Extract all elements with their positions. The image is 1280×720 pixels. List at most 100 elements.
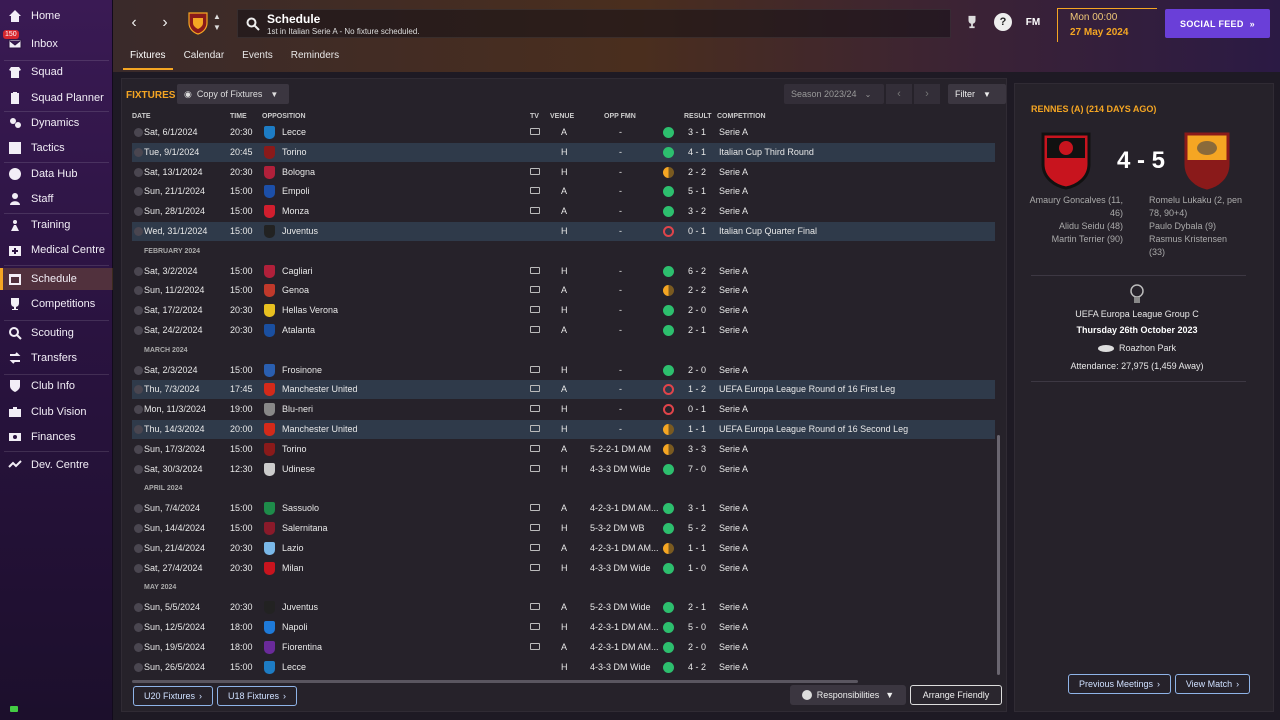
fm-icon[interactable]: FM <box>1024 13 1042 31</box>
club-crest-icon[interactable] <box>188 11 208 35</box>
sidebar-item-squad[interactable]: Squad <box>0 61 113 83</box>
col-tv[interactable]: TV <box>530 113 539 120</box>
fixture-opposition[interactable]: Torino <box>282 444 307 454</box>
sidebar-item-data-hub[interactable]: Data Hub <box>0 163 113 185</box>
sidebar-item-medical-centre[interactable]: Medical Centre <box>0 239 113 261</box>
sidebar-item-club-info[interactable]: Club Info <box>0 375 113 397</box>
view-match-button[interactable]: View Match › <box>1175 674 1250 694</box>
fixture-opposition[interactable]: Manchester United <box>282 384 358 394</box>
fixture-row[interactable]: Tue, 9/1/2024 20:45 Torino H -4 - 1 Italian C… <box>132 142 995 162</box>
fixture-row[interactable]: Sun, 7/4/2024 15:00 Sassuolo A 4-2-3-1 DM AM… <box>132 499 995 518</box>
fixture-row[interactable]: Sun, 11/2/2024 15:00 Genoa A -2 - 2 Serie A <box>132 281 995 300</box>
fixture-opposition[interactable]: Napoli <box>282 622 308 632</box>
col-time[interactable]: TIME <box>230 113 247 120</box>
col-result[interactable]: RESULT <box>684 113 711 120</box>
fixture-row[interactable]: Sun, 19/5/2024 18:00 Fiorentina A 4-2-3-1 DM… <box>132 638 995 657</box>
fixture-opposition[interactable]: Juventus <box>282 602 318 612</box>
social-feed-button[interactable]: SOCIAL FEED » <box>1165 9 1270 38</box>
sidebar-item-dev-centre[interactable]: Dev. Centre <box>0 454 113 476</box>
fixture-row[interactable]: Sun, 17/3/2024 15:00 Torino A 5-2-2-1 DM AM 3… <box>132 440 995 459</box>
fixture-opposition[interactable]: Frosinone <box>282 365 322 375</box>
col-date[interactable]: DATE <box>132 113 151 120</box>
fixture-row[interactable]: Sat, 27/4/2024 20:30 Milan H 4-3-3 DM Wide 1 … <box>132 559 995 578</box>
fixture-row[interactable]: Thu, 7/3/2024 17:45 Manchester United A -1 -… <box>132 380 995 400</box>
sidebar-item-training[interactable]: Training <box>0 214 113 236</box>
tab-events[interactable]: Events <box>235 46 280 70</box>
sidebar-item-inbox[interactable]: Inbox 150 <box>0 30 113 55</box>
forward-button[interactable]: › <box>154 12 176 34</box>
fixture-opposition[interactable]: Lecce <box>282 127 306 137</box>
fixture-opposition[interactable]: Salernitana <box>282 523 328 533</box>
responsibilities-button[interactable]: Responsibilities ▼ <box>790 685 906 705</box>
fixture-row[interactable]: Mon, 11/3/2024 19:00 Blu-neri H -0 - 1 Serie … <box>132 400 995 419</box>
fixture-row[interactable]: Wed, 31/1/2024 15:00 Juventus H -0 - 1 Italia… <box>132 222 995 241</box>
fixture-opposition[interactable]: Fiorentina <box>282 642 322 652</box>
col-venue[interactable]: VENUE <box>550 113 574 120</box>
fixture-opposition[interactable]: Milan <box>282 563 304 573</box>
rennes-crest-icon[interactable] <box>1039 130 1093 190</box>
sidebar-item-squad-planner[interactable]: Squad Planner <box>0 87 113 109</box>
date-display[interactable]: Mon 00:00 27 May 2024 <box>1057 8 1157 42</box>
fixture-row[interactable]: Sun, 28/1/2024 15:00 Monza A -3 - 2 Serie A <box>132 202 995 221</box>
fixture-opposition[interactable]: Bologna <box>282 167 315 177</box>
season-dropdown[interactable]: Season 2023/24 ⌄ <box>784 84 884 104</box>
fixture-opposition[interactable]: Cagliari <box>282 266 313 276</box>
u18-fixtures-button[interactable]: U18 Fixtures › <box>217 686 297 706</box>
col-competition[interactable]: COMPETITION <box>717 113 766 120</box>
fixture-row[interactable]: Sat, 24/2/2024 20:30 Atalanta A -2 - 1 Serie … <box>132 321 995 340</box>
sidebar-item-staff[interactable]: Staff <box>0 188 113 210</box>
fixture-opposition[interactable]: Genoa <box>282 285 309 295</box>
fixture-row[interactable]: Sun, 21/4/2024 20:30 Lazio A 4-2-3-1 DM AM..… <box>132 539 995 558</box>
help-icon[interactable]: ? <box>994 13 1012 31</box>
fixture-row[interactable]: Sun, 5/5/2024 20:30 Juventus A 5-2-3 DM Wide… <box>132 598 995 617</box>
fixture-opposition[interactable]: Torino <box>282 147 307 157</box>
tab-reminders[interactable]: Reminders <box>284 46 346 70</box>
fixture-row[interactable]: Sun, 14/4/2024 15:00 Salernitana H 5-3-2 DM … <box>132 519 995 538</box>
fixture-row[interactable]: Sun, 12/5/2024 18:00 Napoli H 4-2-3-1 DM AM.… <box>132 618 995 637</box>
roma-crest-icon[interactable] <box>1183 130 1231 190</box>
col-opposition[interactable]: OPPOSITION <box>262 113 306 120</box>
fixture-row[interactable]: Sat, 30/3/2024 12:30 Udinese H 4-3-3 DM Wide… <box>132 460 995 479</box>
trophy-icon[interactable] <box>963 13 981 31</box>
sidebar-item-dynamics[interactable]: Dynamics <box>0 112 113 134</box>
col-opp-fmn[interactable]: OPP FMN <box>604 113 636 120</box>
sidebar-item-competitions[interactable]: Competitions <box>0 293 113 315</box>
fixture-opposition[interactable]: Udinese <box>282 464 315 474</box>
fixture-opposition[interactable]: Lecce <box>282 662 306 672</box>
horizontal-scrollbar[interactable] <box>132 680 858 683</box>
fixture-row[interactable]: Sun, 26/5/2024 15:00 Lecce H 4-3-3 DM Wide 4 … <box>132 658 995 677</box>
previous-meetings-button[interactable]: Previous Meetings › <box>1068 674 1171 694</box>
fixture-opposition[interactable]: Hellas Verona <box>282 305 338 315</box>
sidebar-item-finances[interactable]: Finances <box>0 426 113 448</box>
back-button[interactable]: ‹ <box>123 12 145 34</box>
sidebar-item-scouting[interactable]: Scouting <box>0 322 113 344</box>
tab-fixtures[interactable]: Fixtures <box>123 46 173 70</box>
sidebar-item-home[interactable]: Home <box>0 5 113 27</box>
fixture-row[interactable]: Sat, 17/2/2024 20:30 Hellas Verona H -2 - 0S… <box>132 301 995 320</box>
fixture-row[interactable]: Sat, 13/1/2024 20:30 Bologna H -2 - 2 Serie A <box>132 163 995 182</box>
fixture-opposition[interactable]: Manchester United <box>282 424 358 434</box>
filter-dropdown[interactable]: Filter ▼ <box>948 84 1006 104</box>
sidebar-item-tactics[interactable]: Tactics <box>0 137 113 159</box>
search-icon[interactable] <box>246 17 260 31</box>
fixture-row[interactable]: Sat, 2/3/2024 15:00 Frosinone H -2 - 0 Serie … <box>132 361 995 380</box>
fixture-opposition[interactable]: Empoli <box>282 186 310 196</box>
fixture-opposition[interactable]: Monza <box>282 206 309 216</box>
fixture-opposition[interactable]: Lazio <box>282 543 304 553</box>
fixture-row[interactable]: Sat, 6/1/2024 20:30 Lecce A -3 - 1 Serie A <box>132 123 995 142</box>
u20-fixtures-button[interactable]: U20 Fixtures › <box>133 686 213 706</box>
sidebar-item-club-vision[interactable]: Club Vision <box>0 401 113 423</box>
arrange-friendly-button[interactable]: Arrange Friendly <box>910 685 1002 705</box>
copy-of-fixtures-dropdown[interactable]: ◉ Copy of Fixtures ▼ <box>177 84 289 104</box>
sidebar-item-transfers[interactable]: Transfers <box>0 347 113 369</box>
fixture-opposition[interactable]: Sassuolo <box>282 503 319 513</box>
prev-season-button[interactable]: ‹ <box>886 84 912 104</box>
fixture-row[interactable]: Thu, 14/3/2024 20:00 Manchester United H -1 … <box>132 420 995 439</box>
sidebar-item-schedule[interactable]: Schedule <box>0 268 113 290</box>
fixture-row[interactable]: Sat, 3/2/2024 15:00 Cagliari H -6 - 2 Serie A <box>132 262 995 281</box>
fixture-opposition[interactable]: Juventus <box>282 226 318 236</box>
fixture-opposition[interactable]: Atalanta <box>282 325 315 335</box>
tab-calendar[interactable]: Calendar <box>177 46 232 70</box>
fixture-opposition[interactable]: Blu-neri <box>282 404 313 414</box>
fixture-row[interactable]: Sun, 21/1/2024 15:00 Empoli A -5 - 1 Serie A <box>132 182 995 201</box>
